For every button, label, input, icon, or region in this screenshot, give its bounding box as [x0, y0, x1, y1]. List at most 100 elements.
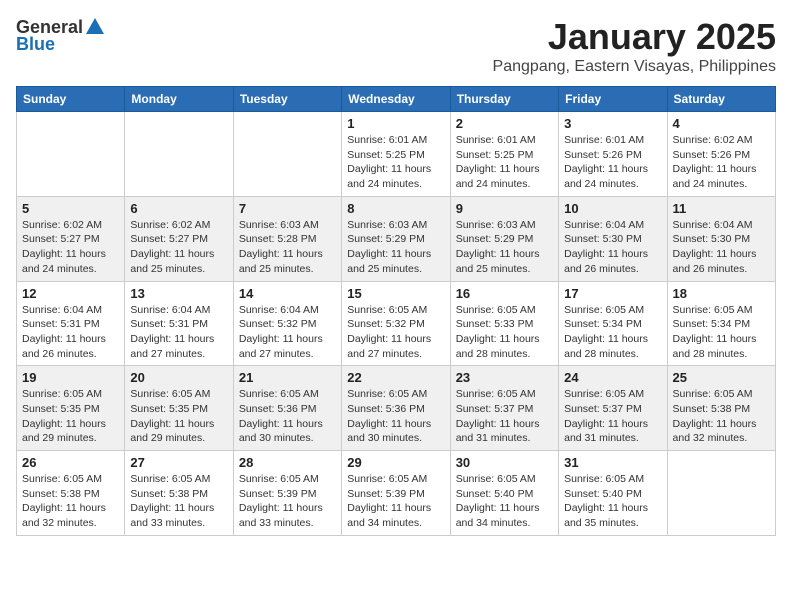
sunrise-info: Sunrise: 6:03 AM: [347, 219, 427, 231]
day-number: 14: [239, 286, 336, 301]
sunset-info: Sunset: 5:35 PM: [22, 403, 100, 415]
sunset-info: Sunset: 5:38 PM: [22, 488, 100, 500]
sunset-info: Sunset: 5:33 PM: [456, 318, 534, 330]
sunset-info: Sunset: 5:29 PM: [456, 233, 534, 245]
daylight-info: Daylight: 11 hours and 31 minutes.: [456, 418, 540, 445]
day-number: 19: [22, 370, 119, 385]
day-number: 3: [564, 116, 661, 131]
sunrise-info: Sunrise: 6:05 AM: [673, 388, 753, 400]
sunrise-info: Sunrise: 6:05 AM: [456, 388, 536, 400]
calendar-cell: 31 Sunrise: 6:05 AM Sunset: 5:40 PM Dayl…: [559, 451, 667, 536]
day-number: 23: [456, 370, 553, 385]
day-number: 24: [564, 370, 661, 385]
daylight-info: Daylight: 11 hours and 25 minutes.: [130, 248, 214, 275]
day-number: 1: [347, 116, 444, 131]
daylight-info: Daylight: 11 hours and 24 minutes.: [347, 163, 431, 190]
calendar-cell: 14 Sunrise: 6:04 AM Sunset: 5:32 PM Dayl…: [233, 281, 341, 366]
calendar-cell: 30 Sunrise: 6:05 AM Sunset: 5:40 PM Dayl…: [450, 451, 558, 536]
calendar-cell: 8 Sunrise: 6:03 AM Sunset: 5:29 PM Dayli…: [342, 196, 450, 281]
sunset-info: Sunset: 5:37 PM: [456, 403, 534, 415]
daylight-info: Daylight: 11 hours and 34 minutes.: [347, 502, 431, 529]
header-thursday: Thursday: [450, 87, 558, 112]
daylight-info: Daylight: 11 hours and 32 minutes.: [22, 502, 106, 529]
daylight-info: Daylight: 11 hours and 24 minutes.: [22, 248, 106, 275]
daylight-info: Daylight: 11 hours and 27 minutes.: [347, 333, 431, 360]
sunset-info: Sunset: 5:31 PM: [130, 318, 208, 330]
sunrise-info: Sunrise: 6:04 AM: [673, 219, 753, 231]
day-number: 15: [347, 286, 444, 301]
calendar-cell: 27 Sunrise: 6:05 AM Sunset: 5:38 PM Dayl…: [125, 451, 233, 536]
day-number: 25: [673, 370, 770, 385]
sunrise-info: Sunrise: 6:05 AM: [564, 304, 644, 316]
calendar-cell: 12 Sunrise: 6:04 AM Sunset: 5:31 PM Dayl…: [17, 281, 125, 366]
sunset-info: Sunset: 5:30 PM: [564, 233, 642, 245]
sunset-info: Sunset: 5:39 PM: [347, 488, 425, 500]
sunset-info: Sunset: 5:32 PM: [347, 318, 425, 330]
header-tuesday: Tuesday: [233, 87, 341, 112]
week-row-2: 5 Sunrise: 6:02 AM Sunset: 5:27 PM Dayli…: [17, 196, 776, 281]
daylight-info: Daylight: 11 hours and 27 minutes.: [130, 333, 214, 360]
sunset-info: Sunset: 5:38 PM: [673, 403, 751, 415]
sunset-info: Sunset: 5:30 PM: [673, 233, 751, 245]
daylight-info: Daylight: 11 hours and 33 minutes.: [130, 502, 214, 529]
day-number: 30: [456, 455, 553, 470]
daylight-info: Daylight: 11 hours and 26 minutes.: [564, 248, 648, 275]
calendar-cell: [125, 112, 233, 197]
daylight-info: Daylight: 11 hours and 34 minutes.: [456, 502, 540, 529]
calendar-cell: 29 Sunrise: 6:05 AM Sunset: 5:39 PM Dayl…: [342, 451, 450, 536]
daylight-info: Daylight: 11 hours and 30 minutes.: [239, 418, 323, 445]
day-number: 29: [347, 455, 444, 470]
calendar-cell: 4 Sunrise: 6:02 AM Sunset: 5:26 PM Dayli…: [667, 112, 775, 197]
day-number: 9: [456, 201, 553, 216]
header-sunday: Sunday: [17, 87, 125, 112]
day-number: 21: [239, 370, 336, 385]
sunrise-info: Sunrise: 6:04 AM: [22, 304, 102, 316]
sunset-info: Sunset: 5:26 PM: [673, 149, 751, 161]
sunset-info: Sunset: 5:26 PM: [564, 149, 642, 161]
day-number: 4: [673, 116, 770, 131]
sunrise-info: Sunrise: 6:01 AM: [456, 134, 536, 146]
daylight-info: Daylight: 11 hours and 31 minutes.: [564, 418, 648, 445]
sunset-info: Sunset: 5:39 PM: [239, 488, 317, 500]
title-area: January 2025 Pangpang, Eastern Visayas, …: [493, 16, 776, 76]
calendar-cell: 24 Sunrise: 6:05 AM Sunset: 5:37 PM Dayl…: [559, 366, 667, 451]
daylight-info: Daylight: 11 hours and 24 minutes.: [456, 163, 540, 190]
sunrise-info: Sunrise: 6:05 AM: [239, 473, 319, 485]
sunset-info: Sunset: 5:31 PM: [22, 318, 100, 330]
day-number: 7: [239, 201, 336, 216]
sunrise-info: Sunrise: 6:05 AM: [130, 473, 210, 485]
sunrise-info: Sunrise: 6:05 AM: [673, 304, 753, 316]
sunset-info: Sunset: 5:34 PM: [564, 318, 642, 330]
day-number: 31: [564, 455, 661, 470]
sunrise-info: Sunrise: 6:05 AM: [456, 304, 536, 316]
sunrise-info: Sunrise: 6:05 AM: [239, 388, 319, 400]
calendar-cell: 17 Sunrise: 6:05 AM Sunset: 5:34 PM Dayl…: [559, 281, 667, 366]
day-number: 12: [22, 286, 119, 301]
day-number: 22: [347, 370, 444, 385]
sunset-info: Sunset: 5:40 PM: [456, 488, 534, 500]
calendar-cell: 25 Sunrise: 6:05 AM Sunset: 5:38 PM Dayl…: [667, 366, 775, 451]
calendar-cell: 28 Sunrise: 6:05 AM Sunset: 5:39 PM Dayl…: [233, 451, 341, 536]
daylight-info: Daylight: 11 hours and 29 minutes.: [22, 418, 106, 445]
day-number: 8: [347, 201, 444, 216]
sunset-info: Sunset: 5:35 PM: [130, 403, 208, 415]
calendar-cell: 9 Sunrise: 6:03 AM Sunset: 5:29 PM Dayli…: [450, 196, 558, 281]
sunset-info: Sunset: 5:29 PM: [347, 233, 425, 245]
day-number: 26: [22, 455, 119, 470]
daylight-info: Daylight: 11 hours and 25 minutes.: [347, 248, 431, 275]
day-number: 6: [130, 201, 227, 216]
daylight-info: Daylight: 11 hours and 28 minutes.: [564, 333, 648, 360]
sunset-info: Sunset: 5:25 PM: [456, 149, 534, 161]
sunrise-info: Sunrise: 6:05 AM: [347, 473, 427, 485]
day-number: 10: [564, 201, 661, 216]
logo-icon: [84, 16, 106, 38]
day-number: 2: [456, 116, 553, 131]
calendar-cell: 22 Sunrise: 6:05 AM Sunset: 5:36 PM Dayl…: [342, 366, 450, 451]
calendar-cell: 16 Sunrise: 6:05 AM Sunset: 5:33 PM Dayl…: [450, 281, 558, 366]
calendar-cell: 3 Sunrise: 6:01 AM Sunset: 5:26 PM Dayli…: [559, 112, 667, 197]
sunset-info: Sunset: 5:36 PM: [239, 403, 317, 415]
sunrise-info: Sunrise: 6:05 AM: [564, 473, 644, 485]
daylight-info: Daylight: 11 hours and 26 minutes.: [673, 248, 757, 275]
calendar-cell: 5 Sunrise: 6:02 AM Sunset: 5:27 PM Dayli…: [17, 196, 125, 281]
day-number: 5: [22, 201, 119, 216]
